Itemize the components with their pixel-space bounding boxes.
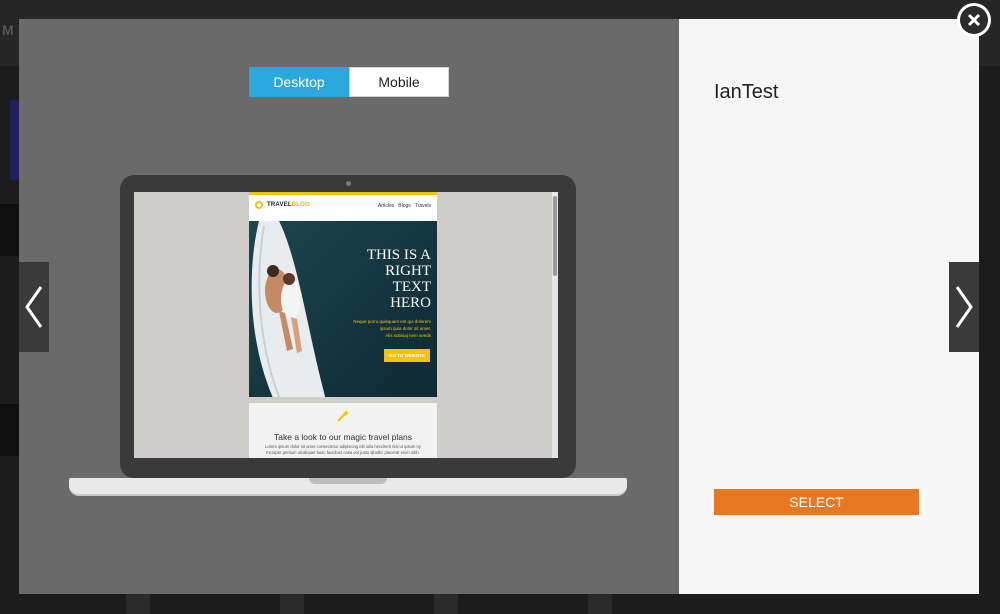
close-modal-button[interactable] xyxy=(957,3,991,37)
hero-title-line: TEXT xyxy=(392,279,431,295)
email-nav-item: Blogs xyxy=(398,203,411,209)
preview-scrollbar[interactable] xyxy=(552,192,558,458)
laptop-screen[interactable]: TRAVELBLOG Articles Blogs Travels THIS I… xyxy=(134,192,558,458)
plans-section: Take a look to our magic travel plans Lo… xyxy=(249,403,437,458)
email-preview: TRAVELBLOG Articles Blogs Travels THIS I… xyxy=(249,192,437,458)
hero-copy-line: Alis sobisaj nem seeds xyxy=(385,333,431,338)
view-toggle: Desktop Mobile xyxy=(249,67,449,97)
close-icon xyxy=(967,13,981,27)
template-info-panel: IanTest SELECT xyxy=(679,19,979,594)
preview-pane: Desktop Mobile TRAVELBLOG Articles Blogs xyxy=(19,19,679,594)
plans-title: Take a look to our magic travel plans xyxy=(274,432,412,442)
previous-template-button[interactable] xyxy=(19,262,49,352)
email-nav-item: Travels xyxy=(414,203,431,209)
hero-copy: Neque porro quisquam est qui dolorem ips… xyxy=(335,318,431,339)
email-nav-item: Articles xyxy=(377,203,395,209)
laptop-camera xyxy=(346,181,351,186)
hero-cta-button: GO TO WEBSITE xyxy=(384,349,430,362)
background-card-edge xyxy=(280,594,304,614)
hero-title: THIS IS A RIGHT TEXT HERO xyxy=(331,247,431,311)
brand-part-2: BLOG xyxy=(291,202,310,208)
template-preview-modal: Desktop Mobile TRAVELBLOG Articles Blogs xyxy=(19,19,979,594)
template-name: IanTest xyxy=(714,81,779,103)
laptop-frame: TRAVELBLOG Articles Blogs Travels THIS I… xyxy=(120,175,576,478)
hero-title-line: RIGHT xyxy=(385,263,431,279)
brand-part-1: TRAVEL xyxy=(267,202,292,208)
sun-logo-icon xyxy=(255,201,263,209)
email-hero: THIS IS A RIGHT TEXT HERO Neque porro qu… xyxy=(249,221,437,397)
plans-text: Lorem ipsum dolor sit amet consectetur a… xyxy=(265,444,421,455)
laptop-notch xyxy=(309,478,387,484)
hero-boat-photo xyxy=(251,221,326,397)
chevron-left-icon xyxy=(25,286,43,328)
laptop-base xyxy=(69,478,627,496)
email-brand: TRAVELBLOG xyxy=(267,202,310,208)
preview-scroll-thumb[interactable] xyxy=(553,196,557,276)
email-header: TRAVELBLOG Articles Blogs Travels xyxy=(249,192,437,221)
email-nav: Articles Blogs Travels xyxy=(378,203,431,209)
hero-copy-line: Neque porro quisquam est qui dolorem xyxy=(353,319,431,324)
select-template-button[interactable]: SELECT xyxy=(714,489,919,515)
background-card-edge xyxy=(588,594,612,614)
magic-wand-icon xyxy=(337,410,349,422)
mobile-view-button[interactable]: Mobile xyxy=(349,67,449,97)
chevron-right-icon xyxy=(955,286,973,328)
background-card-edge xyxy=(434,594,458,614)
hero-copy-line: ipsum quia dolor sit amet. xyxy=(379,326,431,331)
desktop-view-button[interactable]: Desktop xyxy=(249,67,349,97)
close-icon-circle xyxy=(960,6,988,34)
background-title-fragment: M xyxy=(2,22,14,38)
background-card-edge xyxy=(126,594,150,614)
next-template-button[interactable] xyxy=(949,262,979,352)
hero-title-line: HERO xyxy=(390,295,431,311)
hero-title-line: THIS IS A xyxy=(366,247,431,263)
